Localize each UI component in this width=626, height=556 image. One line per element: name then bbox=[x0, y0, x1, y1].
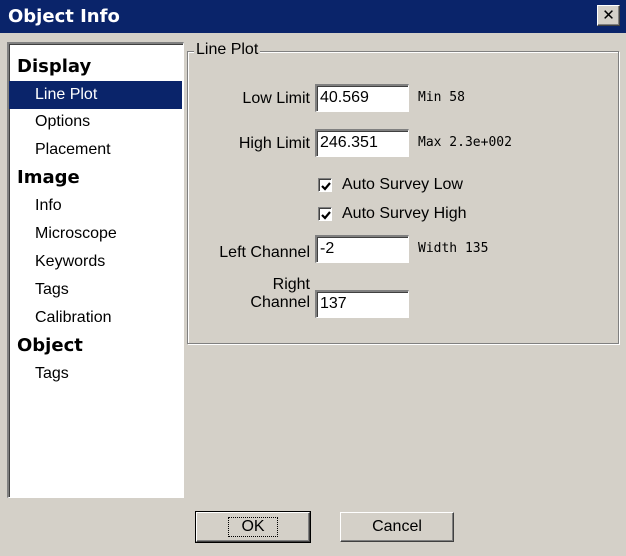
close-button[interactable]: ✕ bbox=[597, 5, 620, 26]
cancel-label: Cancel bbox=[372, 518, 422, 535]
checkmark-icon bbox=[321, 211, 331, 220]
sidebar-item-microscope[interactable]: Microscope bbox=[9, 220, 182, 248]
sidebar-item-image-tags[interactable]: Tags bbox=[9, 276, 182, 304]
sidebar-item-line-plot[interactable]: Line Plot bbox=[9, 81, 182, 109]
sidebar-item-info[interactable]: Info bbox=[9, 192, 182, 220]
high-limit-input[interactable]: 246.351 bbox=[315, 129, 409, 157]
high-limit-label: High Limit bbox=[238, 135, 310, 152]
category-object[interactable]: Object bbox=[9, 332, 182, 360]
right-channel-input[interactable]: 137 bbox=[315, 290, 409, 318]
auto-survey-high-box[interactable] bbox=[318, 207, 332, 221]
close-icon: ✕ bbox=[602, 6, 615, 24]
width-readout: Width 135 bbox=[418, 241, 489, 256]
cancel-button[interactable]: Cancel bbox=[340, 512, 454, 542]
title-bar: Object Info ✕ bbox=[0, 0, 626, 33]
sidebar-item-placement[interactable]: Placement bbox=[9, 136, 182, 164]
low-limit-input[interactable]: 40.569 bbox=[315, 84, 409, 112]
auto-survey-high-checkbox[interactable]: Auto Survey High bbox=[318, 205, 467, 223]
window-title: Object Info bbox=[8, 6, 120, 27]
sidebar-item-options[interactable]: Options bbox=[9, 108, 182, 136]
ok-label: OK bbox=[228, 517, 278, 537]
checkmark-icon bbox=[321, 182, 331, 191]
auto-survey-high-label: Auto Survey High bbox=[342, 205, 467, 222]
auto-survey-low-label: Auto Survey Low bbox=[342, 176, 463, 193]
min-readout: Min 58 bbox=[418, 90, 465, 105]
auto-survey-low-box[interactable] bbox=[318, 178, 332, 192]
category-display[interactable]: Display bbox=[9, 53, 182, 81]
left-channel-label: Left Channel bbox=[219, 244, 310, 261]
left-channel-input[interactable]: -2 bbox=[315, 235, 409, 263]
low-limit-label: Low Limit bbox=[242, 90, 310, 107]
category-image[interactable]: Image bbox=[9, 164, 182, 192]
max-readout: Max 2.3e+002 bbox=[418, 135, 512, 150]
sidebar-item-keywords[interactable]: Keywords bbox=[9, 248, 182, 276]
right-channel-label-line1: Right bbox=[272, 276, 310, 293]
group-label: Line Plot bbox=[194, 41, 261, 59]
sidebar-item-object-tags[interactable]: Tags bbox=[9, 360, 182, 388]
ok-button[interactable]: OK bbox=[195, 511, 311, 543]
sidebar-item-calibration[interactable]: Calibration bbox=[9, 304, 182, 332]
category-list[interactable]: Display Line Plot Options Placement Imag… bbox=[7, 42, 184, 498]
auto-survey-low-checkbox[interactable]: Auto Survey Low bbox=[318, 176, 463, 194]
right-channel-label-line2: Channel bbox=[250, 294, 310, 311]
